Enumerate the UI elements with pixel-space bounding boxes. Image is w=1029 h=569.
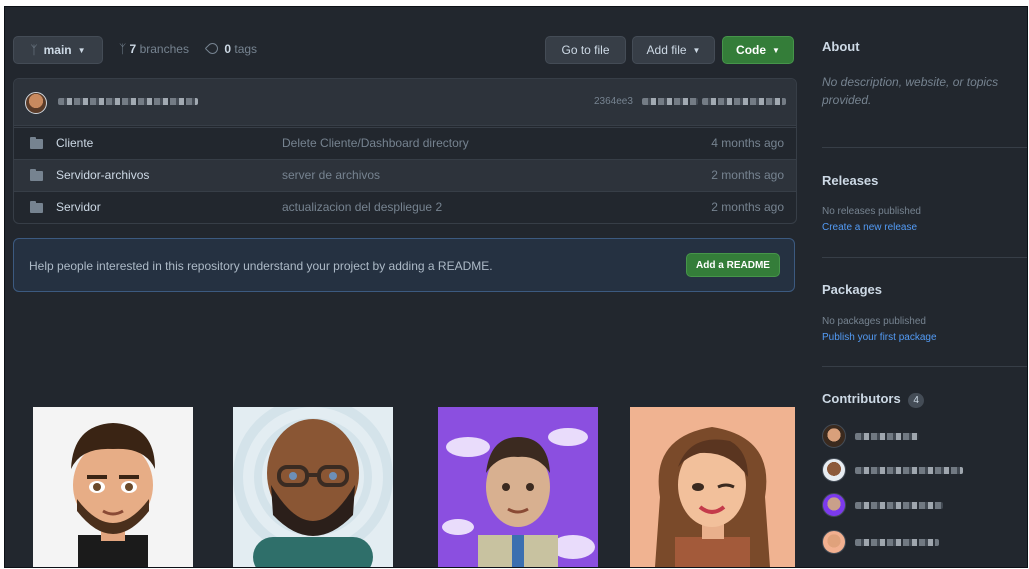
file-age: 2 months ago <box>711 168 784 182</box>
contributor-name-redacted[interactable] <box>855 539 939 546</box>
readme-prompt-text: Help people interested in this repositor… <box>29 259 493 273</box>
publish-package-link[interactable]: Publish your first package <box>822 332 937 343</box>
no-releases-text: No releases published <box>822 206 921 217</box>
code-label: Code <box>736 43 767 57</box>
readme-prompt: Help people interested in this repositor… <box>13 238 795 292</box>
folder-icon <box>30 201 43 213</box>
folder-icon <box>30 169 43 181</box>
cartoon-man-avatar-icon <box>71 423 155 567</box>
cartoon-bald-man-avatar-icon <box>233 407 393 567</box>
contributor-avatar[interactable] <box>822 493 846 517</box>
packages-title[interactable]: Packages <box>822 282 882 297</box>
contributor-name-redacted[interactable] <box>855 433 919 440</box>
add-readme-label: Add a README <box>696 259 770 271</box>
repo-page: ᛉ main ▼ ᛉ 7 branches 0 tags Go to file … <box>4 6 1028 568</box>
branch-selector-button[interactable]: ᛉ main ▼ <box>13 36 103 64</box>
tags-link[interactable]: 0 tags <box>204 40 258 57</box>
contributor-avatar[interactable] <box>822 424 846 448</box>
commit-count-redacted <box>702 98 786 105</box>
go-to-file-button[interactable]: Go to file <box>545 36 626 64</box>
sidebar-divider <box>822 147 1027 148</box>
folder-icon <box>30 137 43 149</box>
tag-icon <box>204 40 221 57</box>
add-file-button[interactable]: Add file ▼ <box>632 36 715 64</box>
file-name[interactable]: Servidor-archivos <box>56 168 149 182</box>
file-name[interactable]: Servidor <box>56 200 101 214</box>
file-age: 4 months ago <box>711 136 784 150</box>
commit-time-redacted <box>642 98 698 105</box>
avatar-image-4 <box>630 407 795 567</box>
branch-icon: ᛉ <box>30 43 38 57</box>
branch-name: main <box>43 43 72 57</box>
contributor-avatar[interactable] <box>822 530 846 554</box>
add-file-label: Add file <box>646 43 687 57</box>
chevron-down-icon: ▼ <box>692 45 701 55</box>
branches-link[interactable]: ᛉ 7 branches <box>119 42 189 56</box>
create-release-link[interactable]: Create a new release <box>822 222 917 233</box>
commit-author-avatar[interactable] <box>25 92 47 114</box>
contributors-count-badge: 4 <box>908 393 924 408</box>
contributor-avatar[interactable] <box>822 458 846 482</box>
file-commit-message[interactable]: server de archivos <box>282 168 380 182</box>
cartoon-man-purple-avatar-icon <box>442 428 595 567</box>
tags-count: 0 <box>224 42 232 56</box>
file-age: 2 months ago <box>711 200 784 214</box>
add-readme-button[interactable]: Add a README <box>686 253 780 277</box>
about-title: About <box>822 39 860 54</box>
no-packages-text: No packages published <box>822 316 926 327</box>
file-row[interactable]: Servidor actualizacion del despliegue 2 … <box>14 191 796 223</box>
file-commit-message[interactable]: actualizacion del despliegue 2 <box>282 200 442 214</box>
commit-hash[interactable]: 2364ee3 <box>594 96 633 107</box>
contributor-name-redacted[interactable] <box>855 502 943 509</box>
cartoon-woman-avatar-icon <box>655 427 770 567</box>
latest-commit-row: 2364ee3 <box>14 79 796 126</box>
branches-label: branches <box>139 42 189 56</box>
sidebar-divider <box>822 257 1027 258</box>
chevron-down-icon: ▼ <box>77 45 86 55</box>
about-description: No description, website, or topics provi… <box>822 75 999 107</box>
file-row[interactable]: Servidor-archivos server de archivos 2 m… <box>14 159 796 191</box>
commit-author-redacted <box>58 98 198 105</box>
go-to-file-label: Go to file <box>561 43 610 57</box>
avatar-image-1 <box>33 407 193 567</box>
sidebar-divider <box>822 366 1027 367</box>
file-list: 2364ee3 Cliente Delete Cliente/Dashboard… <box>13 78 797 224</box>
code-button[interactable]: Code ▼ <box>722 36 794 64</box>
file-row[interactable]: Cliente Delete Cliente/Dashboard directo… <box>14 127 796 159</box>
releases-title[interactable]: Releases <box>822 173 878 188</box>
branches-count: 7 <box>129 42 137 56</box>
contributors-title[interactable]: Contributors 4 <box>822 391 924 408</box>
chevron-down-icon: ▼ <box>772 45 780 55</box>
tags-label: tags <box>234 42 258 56</box>
branch-icon: ᛉ <box>119 42 127 56</box>
avatar-image-2 <box>233 407 393 567</box>
avatar-image-3 <box>438 407 598 567</box>
file-name[interactable]: Cliente <box>56 136 93 150</box>
contributors-label: Contributors <box>822 391 901 406</box>
contributor-name-redacted[interactable] <box>855 467 963 474</box>
file-commit-message[interactable]: Delete Cliente/Dashboard directory <box>282 136 469 150</box>
